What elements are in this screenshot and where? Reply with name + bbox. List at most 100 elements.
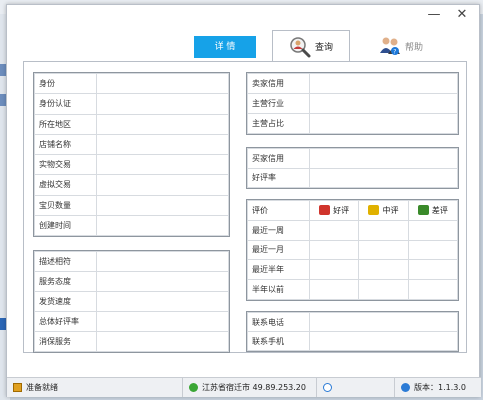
- ratings-header-row: 评价 好评 中评 差评: [247, 200, 459, 221]
- row-label: 买家信用: [247, 148, 310, 169]
- table-row: 买家信用: [247, 148, 458, 169]
- row-value: [96, 153, 229, 176]
- row-value: [96, 331, 229, 352]
- row-label: 最近一周: [247, 219, 310, 241]
- row-value: [309, 312, 458, 332]
- row-value: [96, 271, 229, 292]
- cell: [407, 279, 459, 300]
- cell: [407, 259, 459, 281]
- row-value: [96, 291, 229, 312]
- bad-rating-icon: [417, 205, 429, 216]
- status-clock: [317, 378, 395, 397]
- table-row: 店铺名称: [34, 133, 229, 156]
- row-label: 好评率: [247, 167, 310, 188]
- cell: [358, 219, 409, 241]
- column-good-label: 好评: [333, 205, 350, 215]
- cell: [407, 219, 459, 241]
- table-row: 身份: [34, 72, 229, 95]
- table-row: 消保服务: [34, 331, 229, 352]
- table-row: 联系电话: [247, 312, 458, 332]
- cell: [358, 239, 409, 261]
- table-row: 卖家信用: [247, 73, 458, 94]
- row-value: [309, 331, 458, 351]
- table-row: 宝贝数量: [34, 194, 229, 216]
- seller-basic-panel: 身份 身份认证 所在地区 店铺名称 实物交易 虚拟交易 宝贝数量 创建时间: [33, 72, 230, 237]
- cell: [358, 259, 409, 281]
- tab-help[interactable]: ? 帮助: [362, 30, 440, 62]
- row-value: [96, 194, 229, 216]
- tab-help-label: 帮助: [404, 42, 423, 53]
- magnifier-person-icon: [289, 36, 311, 58]
- column-neutral-label: 中评: [382, 205, 399, 215]
- neutral-rating-icon: [368, 205, 380, 216]
- table-row: 描述相符: [34, 251, 229, 272]
- cell: [407, 239, 459, 261]
- status-location: 江苏省宿迁市 49.89.253.20: [183, 378, 317, 397]
- content-area: 身份 身份认证 所在地区 店铺名称 实物交易 虚拟交易 宝贝数量 创建时间 描述…: [23, 61, 467, 353]
- tab-bar: 详 情 查询 ? 帮助: [7, 30, 481, 62]
- status-bar: 准备就绪 江苏省宿迁市 49.89.253.20 版本：1.1.3.0: [7, 377, 481, 397]
- seller-service-panel: 描述相符 服务态度 发货速度 总体好评率 消保服务: [33, 250, 230, 353]
- row-label: 发货速度: [34, 291, 97, 312]
- info-icon: [401, 383, 410, 392]
- row-value: [309, 148, 458, 169]
- window-controls: — ✕: [427, 8, 469, 23]
- row-label: 实物交易: [34, 153, 97, 176]
- row-label: 最近一月: [247, 239, 310, 261]
- row-label: 店铺名称: [34, 133, 97, 156]
- row-value: [96, 251, 229, 272]
- good-rating-icon: [319, 205, 331, 216]
- row-label: 主营行业: [247, 93, 310, 114]
- row-value: [309, 113, 458, 134]
- table-row: 半年以前: [247, 279, 459, 300]
- main-window: — ✕ 详 情 查询 ? 帮助 身份 身份认证 所在地区 店铺名称 实物交易 虚…: [6, 4, 481, 397]
- row-label: 服务态度: [34, 271, 97, 292]
- row-value: [309, 167, 458, 188]
- cell: [308, 239, 360, 261]
- row-label: 身份认证: [34, 93, 97, 115]
- row-value: [96, 133, 229, 156]
- row-value: [96, 311, 229, 332]
- table-row: 身份认证: [34, 93, 229, 115]
- row-value: [96, 113, 229, 135]
- table-row: 发货速度: [34, 291, 229, 312]
- contact-panel: 联系电话 联系手机: [246, 311, 459, 352]
- row-label: 身份: [34, 72, 97, 95]
- row-value: [96, 174, 229, 196]
- minimize-button[interactable]: —: [427, 8, 441, 23]
- row-label: 联系电话: [247, 312, 310, 332]
- table-row: 实物交易: [34, 153, 229, 176]
- table-row: 主营占比: [247, 113, 458, 134]
- clock-icon: [323, 383, 332, 392]
- row-label: 虚拟交易: [34, 174, 97, 196]
- row-value: [96, 214, 229, 237]
- row-label: 最近半年: [247, 259, 310, 281]
- column-good: 好评: [308, 200, 360, 221]
- table-row: 最近一月: [247, 239, 459, 261]
- table-row: 主营行业: [247, 93, 458, 114]
- status-ready-text: 准备就绪: [26, 383, 58, 392]
- cell: [308, 219, 360, 241]
- row-value: [96, 72, 229, 95]
- row-label: 总体好评率: [34, 311, 97, 332]
- row-value: [309, 73, 458, 94]
- row-label: 卖家信用: [247, 73, 310, 94]
- tab-detail[interactable]: 详 情: [194, 36, 256, 58]
- ratings-panel: 评价 好评 中评 差评 最近一周 最近一月 最近半年 半年以前: [246, 199, 459, 301]
- table-row: 好评率: [247, 167, 458, 188]
- table-row: 联系手机: [247, 331, 458, 351]
- table-row: 所在地区: [34, 113, 229, 135]
- row-label: 半年以前: [247, 279, 310, 300]
- check-icon: [189, 383, 198, 392]
- column-neutral: 中评: [358, 200, 409, 221]
- buyer-credit-panel: 买家信用 好评率: [246, 147, 459, 189]
- close-button[interactable]: ✕: [455, 8, 469, 23]
- status-version: 版本：1.1.3.0: [395, 378, 472, 397]
- row-label: 创建时间: [34, 214, 97, 237]
- seller-credit-panel: 卖家信用 主营行业 主营占比: [246, 72, 459, 135]
- row-label: 所在地区: [34, 113, 97, 135]
- status-ready-icon: [13, 383, 22, 392]
- tab-query[interactable]: 查询: [272, 30, 350, 62]
- cell: [308, 279, 360, 300]
- column-bad-label: 差评: [431, 205, 448, 215]
